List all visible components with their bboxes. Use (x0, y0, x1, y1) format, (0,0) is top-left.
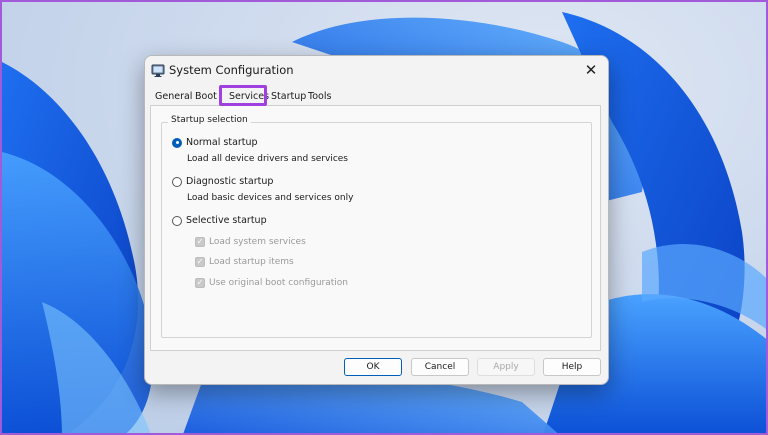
diagnostic-startup-description: Load basic devices and services only (187, 193, 354, 203)
load-system-services-checkbox[interactable]: ✓ (195, 237, 205, 247)
load-system-services-option[interactable]: ✓ Load system services (195, 237, 306, 247)
load-startup-items-option[interactable]: ✓ Load startup items (195, 257, 294, 267)
use-original-boot-config-option[interactable]: ✓ Use original boot configuration (195, 278, 348, 288)
screenshot-frame: System Configuration ✕ General Boot Serv… (0, 0, 768, 435)
close-icon: ✕ (584, 61, 598, 79)
diagnostic-startup-radio[interactable] (172, 176, 182, 187)
general-tab-panel: Startup selection Normal startup Load al… (150, 105, 601, 351)
cancel-button[interactable]: Cancel (411, 358, 469, 376)
ok-button[interactable]: OK (344, 358, 402, 376)
tab-general[interactable]: General (153, 89, 194, 105)
normal-startup-description: Load all device drivers and services (187, 154, 348, 164)
selective-startup-label: Selective startup (186, 215, 267, 226)
close-button[interactable]: ✕ (574, 56, 608, 84)
diagnostic-startup-label: Diagnostic startup (186, 176, 274, 187)
load-system-services-label: Load system services (209, 237, 306, 247)
title-bar[interactable]: System Configuration ✕ (145, 56, 608, 86)
apply-button[interactable]: Apply (477, 358, 535, 376)
system-configuration-window: System Configuration ✕ General Boot Serv… (144, 55, 609, 385)
use-original-boot-config-checkbox[interactable]: ✓ (195, 278, 205, 288)
normal-startup-option[interactable]: Normal startup (172, 137, 258, 148)
load-startup-items-label: Load startup items (209, 257, 294, 267)
normal-startup-radio[interactable] (172, 137, 182, 148)
help-button[interactable]: Help (543, 358, 601, 376)
startup-selection-group: Startup selection Normal startup Load al… (161, 115, 592, 338)
startup-selection-legend: Startup selection (168, 115, 251, 125)
tab-boot[interactable]: Boot (193, 89, 219, 105)
use-original-boot-config-label: Use original boot configuration (209, 278, 348, 288)
tab-startup[interactable]: Startup (269, 89, 308, 105)
tab-services[interactable]: Services (227, 89, 271, 105)
normal-startup-label: Normal startup (186, 137, 258, 148)
window-title: System Configuration (169, 63, 294, 77)
tab-tools[interactable]: Tools (306, 89, 333, 105)
selective-startup-option[interactable]: Selective startup (172, 215, 267, 226)
load-startup-items-checkbox[interactable]: ✓ (195, 257, 205, 267)
diagnostic-startup-option[interactable]: Diagnostic startup (172, 176, 273, 187)
selective-startup-radio[interactable] (172, 215, 182, 226)
system-configuration-icon (151, 64, 165, 77)
